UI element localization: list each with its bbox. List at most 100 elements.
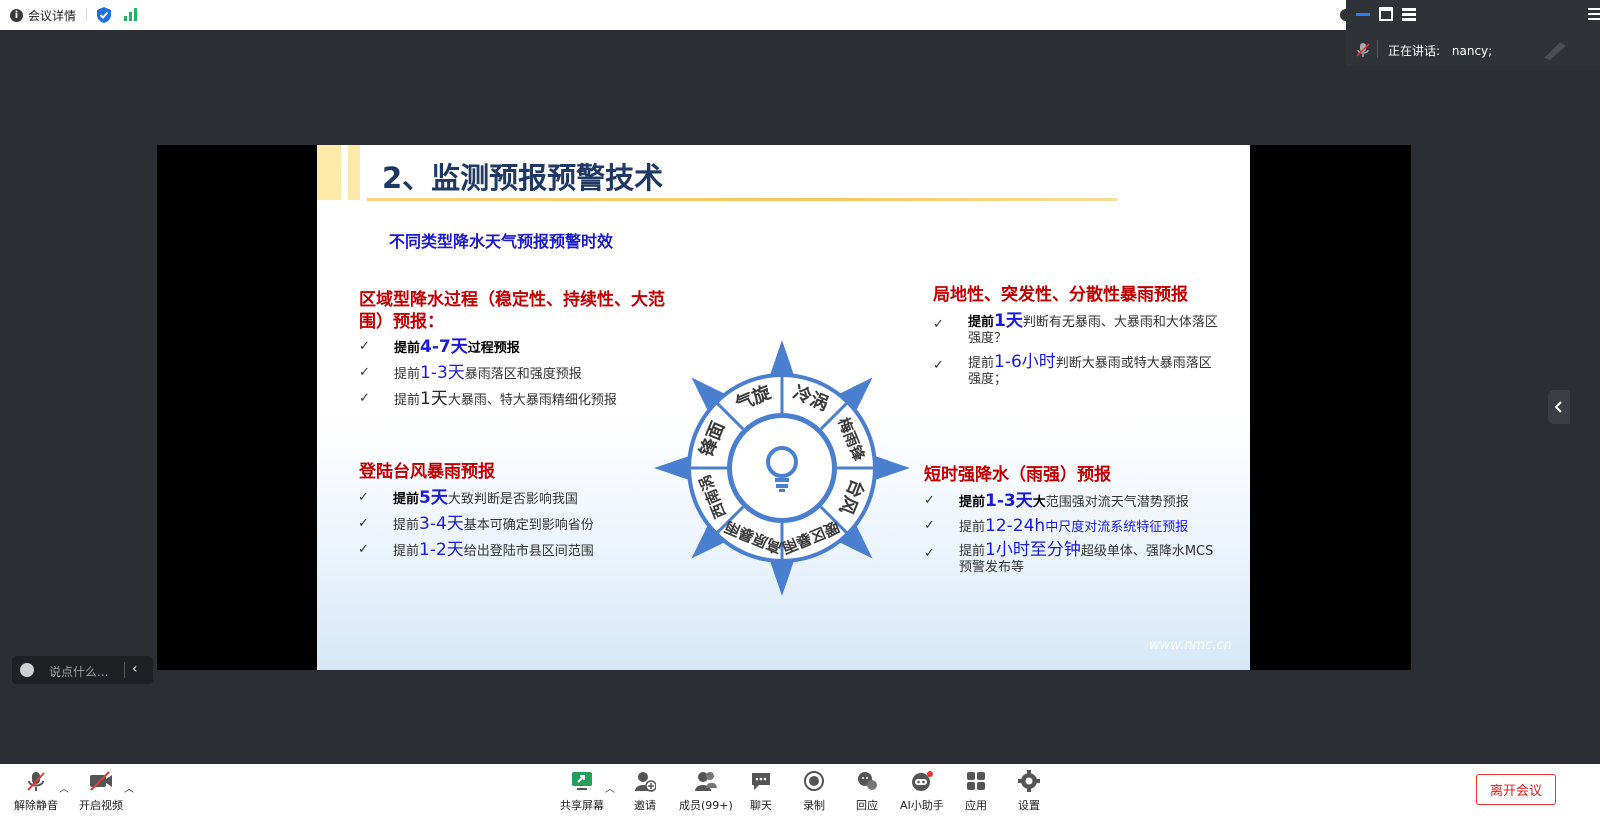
list-item: ✓ 提前 1天 大暴雨、特大暴雨精细化预报 (359, 389, 617, 409)
pen-icon[interactable] (1542, 40, 1568, 60)
slide-title: 2、监测预报预警技术 (382, 161, 664, 195)
check-icon: ✓ (933, 358, 944, 373)
ai-assistant-icon (911, 771, 933, 791)
chat-label: 聊天 (750, 799, 772, 812)
add-user-icon (635, 772, 656, 792)
react-button[interactable]: 回应 (856, 770, 878, 813)
list-item: ✓ 提前 1-3天大范围强对流天气潜势预报 (924, 491, 1189, 511)
list-item: ✓ 提前1天判断有无暴雨、大暴雨和大体落区 强度？ (933, 311, 1218, 347)
check-icon: ✓ (358, 542, 369, 557)
share-screen-icon (572, 772, 592, 790)
meeting-info-button[interactable]: i 会议详情 (10, 7, 76, 24)
reaction-icon (858, 772, 877, 790)
divider (124, 662, 125, 678)
list-view-icon[interactable] (1402, 7, 1416, 21)
list-item: ✓ 提前 4-7天 过程预报 (359, 337, 520, 357)
divider (86, 8, 87, 22)
settings-label: 设置 (1018, 799, 1040, 812)
speaker-name: nancy; (1451, 44, 1493, 58)
minimize-icon[interactable] (1356, 13, 1370, 16)
wheel-center (732, 418, 832, 518)
members-icon (694, 772, 717, 791)
check-icon: ✓ (358, 490, 369, 505)
mic-muted-icon (27, 772, 45, 791)
meeting-toolbar: 解除静音 ︿ 开启视频 ︿ 共享屏幕 ︿ 邀请 成员(99+) 聊天 录制 回应… (0, 764, 1600, 832)
share-screen-button[interactable]: 共享屏幕 (560, 770, 604, 813)
speaker-label: 正在讲话: (1388, 44, 1441, 58)
shortterm-item-rest: 范围强对流天气潜势预报 (1045, 495, 1189, 510)
unmute-button[interactable]: 解除静音 (14, 770, 58, 813)
chat-button[interactable]: 聊天 (750, 770, 772, 813)
list-item: ✓ 提前1小时至分钟超级单体、强降水MCS 预警发布等 (924, 540, 1214, 576)
shortterm-heading: 短时强降水（雨强）预报 (924, 465, 1111, 485)
side-panel-toggle[interactable] (1548, 390, 1570, 424)
check-icon: ✓ (359, 365, 370, 380)
lightbulb-base (776, 484, 788, 488)
presentation-slide: 2、监测预报预警技术 不同类型降水天气预报预警时效 区域型降水过程（稳定性、持续… (317, 145, 1250, 670)
check-icon: ✓ (933, 317, 944, 332)
leave-meeting-button[interactable]: 离开会议 (1476, 774, 1556, 805)
slide-subtitle: 不同类型降水天气预报预警时效 (389, 232, 614, 251)
apps-label: 应用 (965, 799, 987, 812)
list-item: ✓ 提前 3-4天 基本可确定到影响省份 (358, 514, 594, 534)
check-icon: ✓ (358, 516, 369, 531)
collapse-chat-icon[interactable]: ‹ (132, 661, 138, 677)
emoji-icon[interactable] (20, 663, 34, 677)
list-item: ✓ 提前1-6小时判断大暴雨或特大暴雨落区 强度； (933, 352, 1212, 388)
meeting-info-label: 会议详情 (28, 9, 77, 23)
check-icon: ✓ (359, 339, 370, 354)
invite-button[interactable]: 邀请 (634, 770, 656, 813)
chat-placeholder[interactable]: 说点什么... (49, 663, 108, 680)
check-icon: ✓ (924, 518, 935, 533)
list-item: ✓ 提前 1-2天 给出登陆市县区间范围 (358, 540, 594, 560)
video-options-caret[interactable]: ︿ (124, 780, 134, 795)
lightbulb-base (775, 478, 789, 482)
slide-decoration (348, 145, 360, 200)
chat-icon (752, 773, 770, 790)
divider (1377, 40, 1378, 58)
info-icon: i (10, 9, 23, 22)
audio-options-caret[interactable]: ︿ (59, 780, 69, 795)
gear-icon (1018, 770, 1040, 792)
share-options-caret[interactable]: ︿ (605, 780, 615, 795)
typhoon-heading: 登陆台风暴雨预报 (359, 462, 495, 482)
camera-off-icon (90, 771, 112, 791)
invite-label: 邀请 (634, 799, 656, 812)
record-label: 录制 (803, 799, 825, 812)
apps-button[interactable]: 应用 (965, 770, 987, 813)
unmute-label: 解除静音 (14, 799, 58, 812)
record-button[interactable]: 录制 (803, 770, 825, 813)
menu-icon[interactable] (1588, 7, 1600, 21)
window-icon[interactable] (1379, 7, 1393, 21)
ai-assistant-label: AI小助手 (900, 799, 944, 812)
list-item: ✓ 提前 5天 大致判断是否影响我国 (358, 488, 578, 508)
apps-grid-icon (967, 772, 985, 790)
mic-muted-icon (1356, 43, 1370, 57)
check-icon: ✓ (924, 546, 935, 561)
weather-system-wheel: 气旋 冷涡梅雨锋台风暖区暴雨高原暴雨西南涡锋面 (654, 340, 910, 596)
check-icon: ✓ (924, 493, 935, 508)
chat-input-box[interactable]: 说点什么... ‹ (12, 656, 153, 684)
settings-button[interactable]: 设置 (1018, 770, 1040, 813)
watermark: www.nmc.cn (1149, 638, 1232, 653)
check-icon: ✓ (359, 391, 370, 406)
speaker-status: 正在讲话: nancy; (1388, 42, 1492, 59)
slide-decoration (317, 145, 341, 200)
regional-heading: 区域型降水过程（稳定性、持续性、大范 围）预报： (359, 290, 665, 332)
list-item: ✓ 提前 1-3天 暴雨落区和强度预报 (359, 363, 582, 383)
signal-icon[interactable] (124, 7, 138, 21)
lightbulb-base (779, 489, 785, 492)
local-heading: 局地性、突发性、分散性暴雨预报 (933, 285, 1188, 305)
speaker-panel: 正在讲话: nancy; (1346, 0, 1600, 66)
record-icon (804, 771, 824, 791)
members-label: 成员(99+) (679, 799, 733, 812)
start-video-label: 开启视频 (79, 799, 123, 812)
ai-assistant-button[interactable]: AI小助手 (900, 770, 944, 813)
members-button[interactable]: 成员(99+) (679, 770, 733, 813)
shield-icon[interactable] (97, 7, 111, 23)
share-screen-label: 共享屏幕 (560, 799, 604, 812)
title-underline (367, 198, 1117, 201)
list-item: ✓ 提前 12-24h 中尺度对流系统特征预报 (924, 516, 1189, 536)
chevron-left-icon (1554, 401, 1562, 413)
start-video-button[interactable]: 开启视频 (79, 770, 123, 813)
